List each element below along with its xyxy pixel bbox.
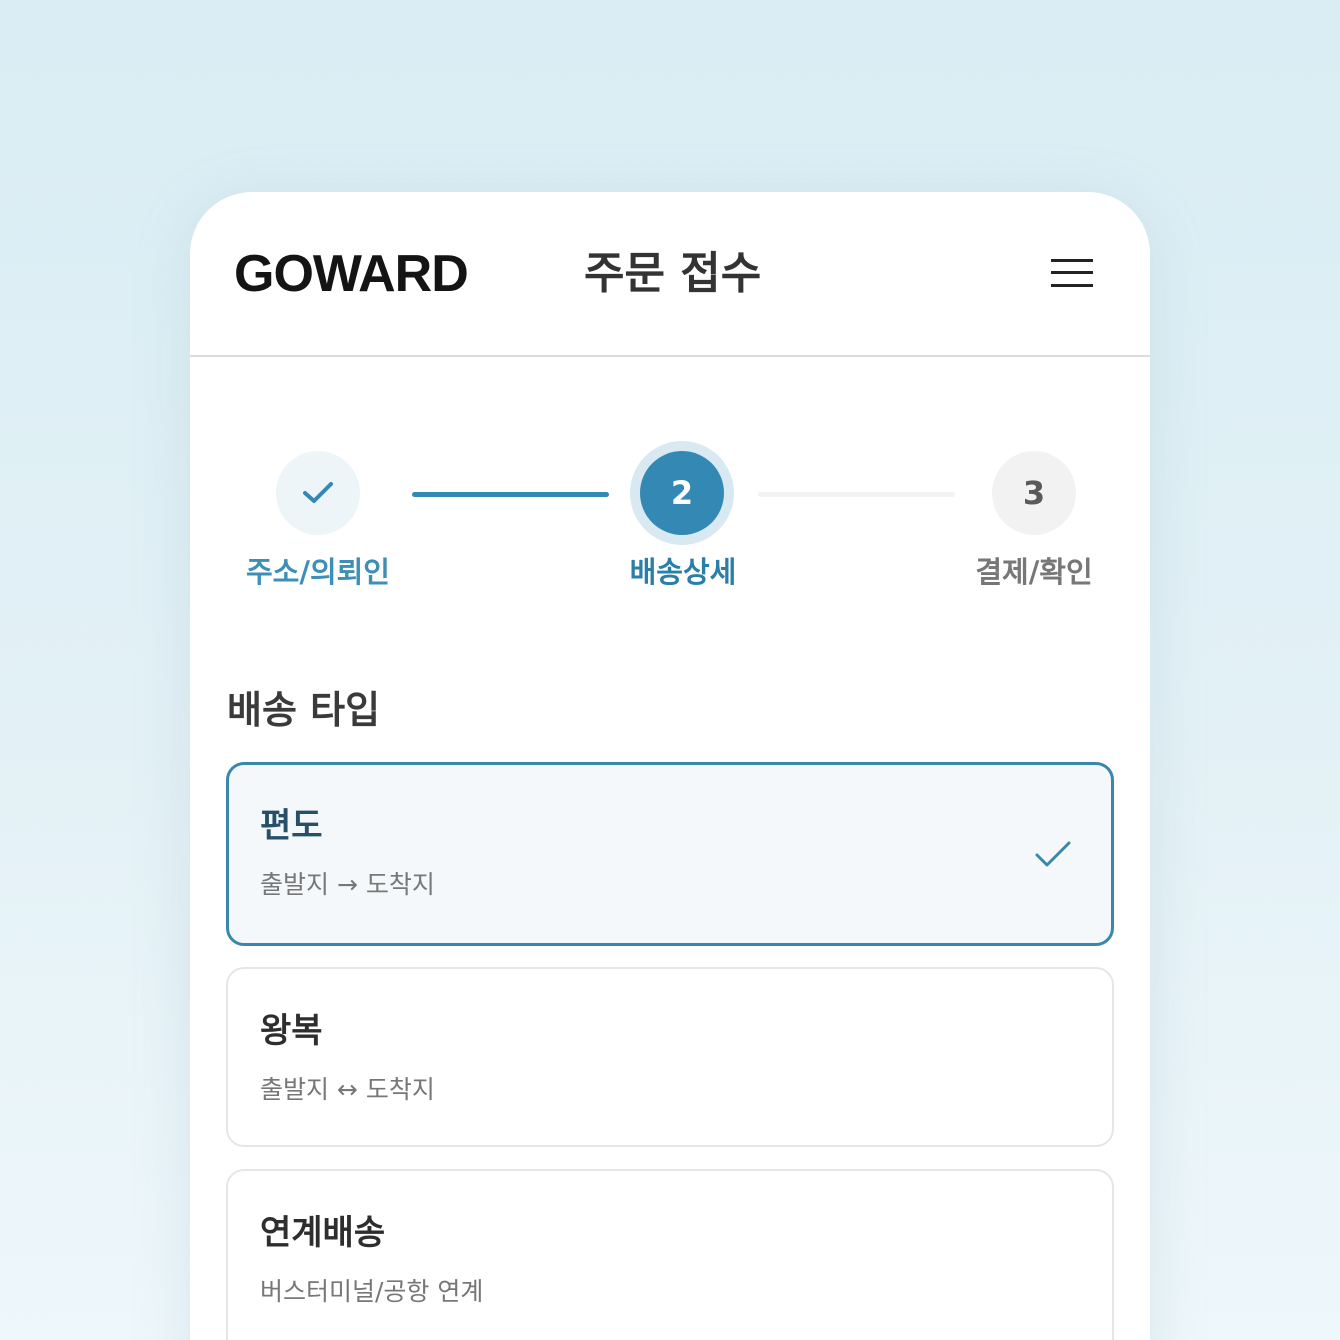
option-subtitle: 버스터미널/공항 연계: [260, 1277, 484, 1306]
option-title: 왕복: [260, 1011, 323, 1051]
option-subtitle: 출발지 ↔ 도착지: [260, 1075, 435, 1104]
step-connector-upcoming: [758, 492, 955, 497]
step-2-label: 배송상세: [629, 555, 737, 589]
step-1-label: 주소/의뢰인: [246, 555, 390, 589]
app-header: GOWARD 주문 접수: [190, 192, 1150, 357]
page-title: 주문 접수: [584, 248, 762, 299]
option-title: 연계배송: [260, 1213, 386, 1253]
check-icon: [303, 482, 333, 503]
option-title: 편도: [260, 806, 323, 846]
selected-check-icon: [1035, 841, 1071, 867]
step-3-label: 결제/확인: [975, 555, 1093, 589]
step-connector-completed: [412, 492, 609, 497]
app-screen: GOWARD 주문 접수 2 3 주소/의뢰인 배송상세 결제/확인 배송 타입…: [190, 192, 1150, 1340]
delivery-option-round-trip[interactable]: 왕복 출발지 ↔ 도착지: [226, 967, 1114, 1147]
delivery-option-one-way[interactable]: 편도 출발지 → 도착지: [226, 762, 1114, 946]
option-subtitle: 출발지 → 도착지: [260, 870, 435, 899]
delivery-option-linked[interactable]: 연계배송 버스터미널/공항 연계: [226, 1169, 1114, 1340]
step-3-upcoming: 3: [992, 451, 1076, 535]
section-title-delivery-type: 배송 타입: [227, 688, 381, 732]
brand-logo[interactable]: GOWARD: [234, 244, 469, 304]
hamburger-menu-icon[interactable]: [1046, 254, 1094, 292]
step-2-active[interactable]: 2: [640, 451, 724, 535]
step-1-completed[interactable]: [276, 451, 360, 535]
